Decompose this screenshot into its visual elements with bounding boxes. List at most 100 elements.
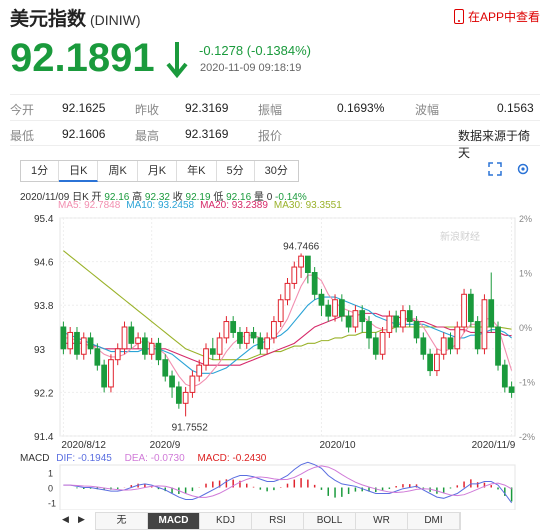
index-name: 美元指数 — [10, 9, 87, 30]
candle-body — [447, 337, 454, 350]
candle-body — [250, 331, 257, 339]
y-right-tick-label: 1% — [519, 269, 532, 279]
indicator-tab-macd[interactable]: MACD — [148, 513, 200, 529]
tab-5min[interactable]: 5分 — [217, 161, 255, 181]
candle-body — [495, 326, 501, 366]
candle-body — [142, 337, 148, 355]
candle — [359, 305, 366, 333]
open-label: 今开 — [10, 103, 35, 117]
candle-body — [325, 304, 332, 317]
chart-tools — [488, 162, 530, 176]
candlestick-chart[interactable]: 新浪财经 95.4 94.6 93.8 93 92.2 91.4 2% 1% 0% -1% -2%… — [0, 210, 550, 510]
tab-yearly-k[interactable]: 年K — [177, 161, 217, 181]
candle-body — [413, 321, 420, 339]
tab-weekly-k[interactable]: 周K — [98, 161, 138, 181]
macd-y-tick: 1 — [48, 469, 53, 479]
indicator-tab-boll[interactable]: BOLL — [304, 513, 356, 529]
candle-body — [284, 282, 291, 301]
indicator-tab-none[interactable]: 无 — [96, 513, 148, 529]
candle-body — [237, 331, 243, 344]
tab-1min[interactable]: 1分 — [21, 161, 60, 181]
indicator-tab-dmi[interactable]: DMI — [408, 513, 460, 529]
tab-30min[interactable]: 30分 — [255, 161, 298, 181]
candle — [481, 294, 488, 355]
nav-right-arrow[interactable]: ▶ — [78, 514, 85, 525]
range-value: 0.1563 — [497, 101, 534, 115]
candle-body — [345, 315, 352, 328]
candle-body — [257, 337, 264, 350]
candle-body — [467, 293, 474, 323]
x-axis: 2020/8/12 2020/9 2020/10 2020/11/9 — [61, 440, 515, 451]
candle — [101, 359, 108, 393]
candle-body — [461, 293, 467, 328]
indicator-tab-kdj[interactable]: KDJ — [200, 513, 252, 529]
candle — [209, 337, 216, 360]
candle-body — [393, 315, 400, 328]
current-price: 92.1891 — [10, 36, 155, 80]
candle — [284, 277, 291, 306]
nav-left-arrow[interactable]: ◀ — [62, 514, 69, 525]
candle-body — [332, 299, 338, 317]
candle-body — [230, 321, 237, 333]
candle-body — [148, 342, 155, 355]
prev-close-label: 昨收 — [135, 103, 160, 117]
candle — [128, 321, 135, 349]
y-right-tick-label: 0% — [519, 323, 532, 333]
candle-body — [243, 331, 250, 344]
amplitude-value: 0.1693% — [337, 101, 385, 115]
candle — [237, 327, 243, 349]
candle — [379, 327, 386, 360]
candle — [223, 316, 230, 344]
candle — [230, 316, 237, 338]
candle-body — [488, 299, 495, 328]
settings-icon[interactable] — [516, 162, 530, 176]
macd-dea: DEA: -0.0730 — [124, 453, 185, 464]
candle-body — [454, 326, 461, 350]
candle — [461, 288, 467, 333]
candle-body — [108, 359, 114, 388]
candle — [325, 299, 332, 322]
candle-body — [169, 375, 175, 388]
quote-label: 报价 — [258, 129, 283, 143]
fullscreen-icon[interactable] — [488, 162, 502, 176]
tab-monthly-k[interactable]: 月K — [138, 161, 178, 181]
indicator-tab-wr[interactable]: WR — [356, 513, 408, 529]
candle-body — [74, 331, 80, 355]
candle — [87, 332, 94, 355]
candle — [135, 332, 141, 349]
indicator-tab-rsi[interactable]: RSI — [252, 513, 304, 529]
candle-body — [481, 299, 488, 350]
candle — [495, 321, 501, 371]
candle-body — [67, 331, 74, 350]
candle — [434, 348, 440, 377]
amplitude-label: 振幅 — [258, 103, 283, 117]
x-tick-label: 2020/10 — [319, 440, 356, 451]
candle-body — [318, 293, 325, 306]
candle-body — [223, 321, 230, 339]
y-tick-label: 92.2 — [34, 388, 54, 399]
stats-row-2: 最低 92.1606 最高 92.3169 报价 数据来源于倚天 — [10, 120, 540, 160]
open-in-app-link[interactable]: 在APP中查看 — [453, 8, 540, 25]
low-label: 最低 — [10, 129, 35, 143]
candle-body — [400, 310, 406, 328]
index-title: 美元指数 (DINIW) — [10, 4, 141, 31]
candle-body — [60, 326, 67, 350]
candle — [250, 327, 257, 344]
candle — [467, 288, 474, 327]
quote-timestamp: 2020-11-09 09:18:19 — [200, 62, 302, 74]
price-change: -0.1278 (-0.1384%) — [199, 43, 312, 58]
candle — [298, 253, 304, 278]
candle-body — [271, 321, 277, 339]
tab-daily-k[interactable]: 日K — [59, 161, 99, 182]
candle-body — [196, 364, 203, 377]
candle — [257, 332, 264, 355]
candle — [366, 316, 372, 349]
header: 美元指数 (DINIW) 在APP中查看 — [0, 0, 550, 30]
candle — [155, 337, 162, 366]
period-tabs: 1分 日K 周K 月K 年K 5分 30分 — [20, 160, 299, 182]
candle — [318, 288, 325, 317]
phone-icon — [453, 9, 464, 24]
candle-body — [420, 337, 427, 355]
candle-body — [386, 315, 393, 333]
candle-body — [182, 391, 189, 404]
